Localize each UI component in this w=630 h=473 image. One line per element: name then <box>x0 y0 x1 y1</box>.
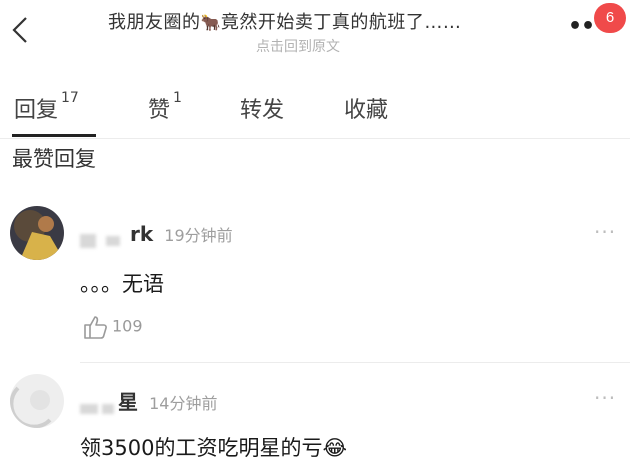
comment-text: 领3500的工资吃明星的亏😂 <box>80 432 347 462</box>
username-blur <box>102 403 114 414</box>
comment-text: 。。。无语 <box>80 272 164 296</box>
active-tab-indicator <box>12 134 96 137</box>
tab-favorites-label: 收藏 <box>344 98 389 123</box>
avatar-image <box>10 206 64 260</box>
tab-replies-label: 回复 <box>14 98 59 123</box>
back-to-original-link[interactable]: 点击回到原文 <box>256 36 340 56</box>
comment-username[interactable]: rk <box>130 222 153 246</box>
tab-reposts[interactable]: 转发 <box>240 92 284 124</box>
post-title[interactable]: 我朋友圈的🐂竟然开始卖丁真的航班了…… <box>108 8 461 34</box>
username-blur <box>106 235 120 246</box>
back-button[interactable] <box>6 10 36 50</box>
username-blur <box>80 403 98 414</box>
title-text-end: 竟然开始卖丁真的航班了…… <box>220 12 462 33</box>
avatar[interactable] <box>10 206 64 260</box>
tab-reposts-label: 转发 <box>240 98 285 123</box>
comment-text-body: 领3500的工资吃明星的亏 <box>80 436 323 460</box>
laughing-crying-emoji-icon: 😂 <box>322 436 347 460</box>
tab-replies-count: 17 <box>61 90 79 106</box>
comment-time: 14分钟前 <box>149 394 218 413</box>
thumbs-up-icon <box>84 316 107 339</box>
comment-username[interactable]: 星 <box>118 390 138 414</box>
avatar[interactable] <box>10 374 64 428</box>
section-title: 最赞回复 <box>12 147 96 171</box>
comment-2-header: 星 14分钟前 <box>80 390 217 419</box>
comment-more-icon[interactable]: ··· <box>594 386 616 410</box>
like-button[interactable]: 109 <box>82 314 143 340</box>
comment-1-header: rk 19分钟前 <box>80 222 233 250</box>
tab-favorites[interactable]: 收藏 <box>344 92 388 124</box>
tabs-divider <box>0 138 630 139</box>
bull-emoji-icon: 🐂 <box>200 13 221 32</box>
notification-badge: 6 <box>594 3 626 33</box>
username-blur <box>80 233 96 248</box>
comment-time: 19分钟前 <box>164 226 233 245</box>
like-count: 109 <box>112 316 143 336</box>
tab-likes[interactable]: 赞1 <box>148 90 182 124</box>
tab-likes-count: 1 <box>173 90 182 106</box>
comment-more-icon[interactable]: ··· <box>594 220 616 244</box>
tab-replies[interactable]: 回复 17 <box>14 90 79 124</box>
comment-divider <box>80 362 630 363</box>
tab-likes-label: 赞 <box>148 98 171 123</box>
avatar-image <box>10 374 64 428</box>
back-arrow-icon <box>12 17 27 43</box>
more-options-icon[interactable]: •• <box>568 16 595 38</box>
title-text-start: 我朋友圈的 <box>108 12 201 33</box>
